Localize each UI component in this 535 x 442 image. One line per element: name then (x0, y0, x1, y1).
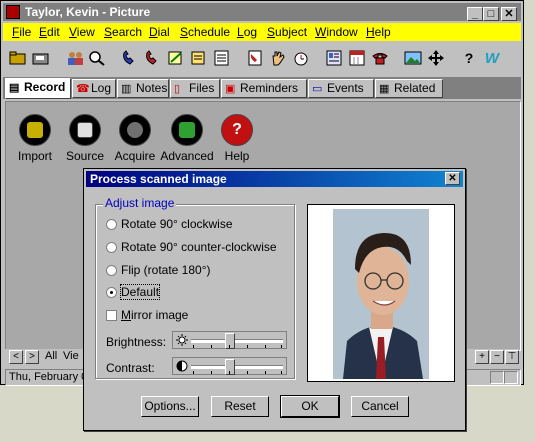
portrait-photo (333, 209, 429, 379)
next-button[interactable]: > (25, 350, 39, 364)
tab-reminders[interactable]: ▣ Reminders (221, 79, 307, 98)
menu-search[interactable]: Search (104, 25, 142, 39)
tab-log[interactable]: ☎ Log (72, 79, 116, 98)
notes-icon: ▥ (121, 83, 132, 95)
list-icon[interactable] (212, 48, 232, 68)
camera-icon (119, 114, 151, 146)
mirror-checkbox-row[interactable]: Mirror image (106, 308, 246, 323)
radio-button[interactable] (106, 219, 117, 230)
telephone-icon[interactable] (370, 48, 390, 68)
help-action-button[interactable]: ? Help (208, 114, 266, 166)
reset-button[interactable]: Reset (211, 396, 269, 417)
tab-notes[interactable]: ▥ Notes (117, 79, 169, 98)
dialog-title: Process scanned image (90, 172, 227, 186)
pen-note-icon[interactable] (166, 48, 186, 68)
radio-button-selected[interactable] (106, 287, 117, 298)
brightness-thumb[interactable] (225, 333, 235, 349)
add-button[interactable]: + (475, 350, 489, 364)
acquire-button[interactable]: Acquire (106, 114, 164, 166)
phone-log-icon: ☎ (76, 83, 90, 95)
mirror-checkbox[interactable] (106, 310, 117, 321)
cancel-button[interactable]: Cancel (351, 396, 409, 417)
menu-edit[interactable]: Edit (39, 25, 60, 39)
menu-bar: File Edit View Search Dial Schedule Log … (3, 23, 521, 41)
brightness-slider[interactable] (172, 331, 287, 349)
menu-subject[interactable]: Subject (267, 25, 307, 39)
status-cell (504, 371, 518, 384)
menu-file[interactable]: File (12, 25, 31, 39)
tab-events[interactable]: ▭ Events (308, 79, 374, 98)
import-icon (19, 114, 51, 146)
options-button[interactable]: Options... (141, 396, 199, 417)
magnifier-icon[interactable] (87, 48, 107, 68)
phone-blue-icon[interactable] (120, 48, 140, 68)
radio-button[interactable] (106, 265, 117, 276)
tab-row: ▤ Record ☎ Log ▥ Notes ▯ Files ▣ Reminders ▭ E… (3, 77, 521, 99)
events-icon: ▭ (312, 83, 323, 95)
advanced-camera-icon (171, 114, 203, 146)
calendar-icon[interactable] (347, 48, 367, 68)
menu-schedule[interactable]: Schedule (180, 25, 230, 39)
maximize-button[interactable]: □ (483, 7, 499, 21)
contrast-label: Contrast: (106, 361, 155, 375)
help-icon[interactable]: ? (459, 48, 479, 68)
dialog-close-button[interactable]: ✕ (445, 172, 460, 185)
source-icon (69, 114, 101, 146)
menu-dial[interactable]: Dial (149, 25, 170, 39)
brightness-label: Brightness: (106, 335, 167, 349)
folder-save-icon[interactable] (31, 48, 51, 68)
call-log-icon[interactable] (245, 48, 265, 68)
menu-view[interactable]: View (69, 25, 95, 39)
contrast-icon (176, 360, 188, 372)
title-bar: Taylor, Kevin - Picture _ □ ✕ (3, 3, 521, 21)
menu-window[interactable]: Window (315, 25, 358, 39)
w-icon[interactable]: W (482, 48, 502, 68)
hand-icon[interactable] (268, 48, 288, 68)
tab-record[interactable]: ▤ Record (5, 78, 71, 99)
contrast-thumb[interactable] (225, 359, 235, 375)
folder-open-icon[interactable] (8, 48, 28, 68)
menu-log[interactable]: Log (237, 25, 257, 39)
address-book-icon[interactable] (324, 48, 344, 68)
filter-all[interactable]: All (45, 350, 57, 362)
move-arrows-icon[interactable] (426, 48, 446, 68)
status-date: Thu, February 0 (9, 371, 88, 383)
sun-icon (176, 334, 188, 346)
question-icon: ? (221, 114, 253, 146)
record-icon: ▤ (9, 82, 20, 94)
prev-button[interactable]: < (9, 350, 23, 364)
adjust-image-legend: Adjust image (103, 196, 177, 210)
ok-button[interactable]: OK (280, 395, 340, 418)
filter-view[interactable]: Vie (63, 350, 79, 362)
menu-help[interactable]: Help (366, 25, 391, 39)
window-title: Taylor, Kevin - Picture (25, 5, 151, 19)
mirror-label: Mirror image (121, 308, 189, 322)
note-icon[interactable] (189, 48, 209, 68)
close-button[interactable]: ✕ (501, 7, 517, 21)
toolbar: ? W (3, 43, 521, 73)
contrast-slider[interactable] (172, 357, 287, 375)
status-cell (490, 371, 504, 384)
picture-icon[interactable] (403, 48, 423, 68)
process-image-dialog: Process scanned image ✕ Adjust image Rot… (83, 168, 466, 431)
tab-related[interactable]: ▦ Related (375, 79, 443, 98)
radio-button[interactable] (106, 242, 117, 253)
tab-files[interactable]: ▯ Files (170, 79, 220, 98)
alarm-clock-icon[interactable] (291, 48, 311, 68)
phone-red-icon[interactable] (143, 48, 163, 68)
remove-button[interactable]: − (490, 350, 504, 364)
reminders-icon: ▣ (225, 83, 236, 95)
files-icon: ▯ (174, 83, 181, 95)
people-icon[interactable] (65, 48, 85, 68)
minimize-button[interactable]: _ (467, 7, 483, 21)
dialog-title-bar: Process scanned image ✕ (86, 171, 463, 187)
image-preview (307, 204, 455, 382)
app-icon (6, 5, 20, 19)
related-icon: ▦ (379, 83, 390, 95)
pin-button[interactable]: ⊤ (505, 350, 519, 364)
